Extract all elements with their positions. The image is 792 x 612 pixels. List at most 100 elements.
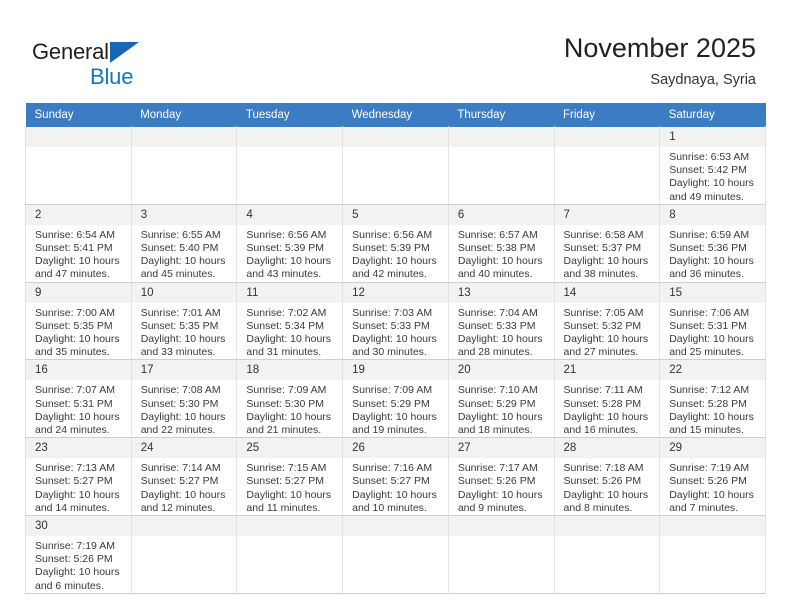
logo-text-blue: Blue xyxy=(90,64,134,89)
calendar-day-cell[interactable]: 29 Sunrise: 7:19 AM Sunset: 5:26 PM Dayligh… xyxy=(659,437,766,517)
day-number: 18 xyxy=(237,360,343,381)
day-detail-line: and 27 minutes. xyxy=(563,346,639,359)
day-number: 6 xyxy=(448,204,554,225)
day-number: 5 xyxy=(343,204,448,225)
day-detail-line: Sunset: 5:39 PM xyxy=(246,242,325,255)
calendar-week-row: 9 Sunrise: 7:00 AM Sunset: 5:35 PM Daylight… xyxy=(25,281,766,361)
calendar-day-cell[interactable]: 11 Sunrise: 7:02 AM Sunset: 5:34 PM Dayligh… xyxy=(236,281,344,361)
calendar-day-cell[interactable]: 15 Sunrise: 7:06 AM Sunset: 5:31 PM Dayligh… xyxy=(659,281,766,361)
calendar-day-cell[interactable]: 3 Sunrise: 6:55 AM Sunset: 5:40 PM Daylight… xyxy=(130,203,238,283)
calendar-day-cell[interactable]: 2 Sunrise: 6:54 AM Sunset: 5:41 PM Daylight… xyxy=(25,203,132,283)
calendar-day-cell-empty xyxy=(236,126,344,205)
day-detail-line: Sunset: 5:26 PM xyxy=(457,475,536,488)
day-number: 25 xyxy=(237,438,343,459)
day-detail-line: Sunrise: 6:55 AM xyxy=(140,228,221,241)
day-details: Sunrise: 7:19 AM Sunset: 5:26 PM Daylight:… xyxy=(26,536,131,593)
day-number: 26 xyxy=(343,438,448,459)
day-details xyxy=(343,147,448,151)
day-detail-line: Sunrise: 6:54 AM xyxy=(35,228,115,241)
day-number xyxy=(131,127,237,147)
day-detail-line: Daylight: 10 hours xyxy=(563,333,649,346)
day-detail-line: and 30 minutes. xyxy=(352,346,427,359)
page-subtitle: Saydnaya, Syria xyxy=(650,72,756,88)
day-detail-line: and 21 minutes. xyxy=(246,424,322,437)
day-detail-line: Sunrise: 6:57 AM xyxy=(457,228,538,241)
day-number: 21 xyxy=(554,360,660,381)
calendar-day-cell[interactable]: 7 Sunrise: 6:58 AM Sunset: 5:37 PM Daylight… xyxy=(553,203,661,283)
day-detail-line: Sunset: 5:28 PM xyxy=(669,397,747,410)
day-details: Sunrise: 6:53 AM Sunset: 5:42 PM Daylight:… xyxy=(660,147,765,204)
day-detail-line: Sunrise: 7:16 AM xyxy=(352,462,433,475)
day-detail-line: Sunrise: 7:00 AM xyxy=(35,306,115,319)
calendar-day-cell-empty xyxy=(130,126,238,205)
calendar-day-cell[interactable]: 25 Sunrise: 7:15 AM Sunset: 5:27 PM Dayligh… xyxy=(236,437,344,517)
calendar-day-cell[interactable]: 6 Sunrise: 6:57 AM Sunset: 5:38 PM Daylight… xyxy=(447,203,555,283)
day-detail-line: Sunset: 5:40 PM xyxy=(140,242,219,255)
calendar-day-cell[interactable]: 16 Sunrise: 7:07 AM Sunset: 5:31 PM Dayligh… xyxy=(25,359,132,439)
day-detail-line: Sunset: 5:33 PM xyxy=(352,319,430,332)
day-number xyxy=(448,516,554,537)
blue-triangle-flag-icon xyxy=(109,42,139,63)
calendar-day-cell[interactable]: 14 Sunrise: 7:05 AM Sunset: 5:32 PM Dayligh… xyxy=(553,281,661,361)
day-detail-line: Sunset: 5:27 PM xyxy=(246,475,325,488)
day-details: Sunrise: 6:57 AM Sunset: 5:38 PM Daylight:… xyxy=(449,225,554,282)
calendar-day-cell[interactable]: 26 Sunrise: 7:16 AM Sunset: 5:27 PM Dayligh… xyxy=(342,437,449,517)
calendar-day-cell[interactable]: 24 Sunrise: 7:14 AM Sunset: 5:27 PM Dayligh… xyxy=(130,437,238,517)
day-detail-line: Sunrise: 7:10 AM xyxy=(457,384,538,397)
calendar-week-row: 30 Sunrise: 7:19 AM Sunset: 5:26 PM Dayligh… xyxy=(25,515,766,594)
calendar-day-cell[interactable]: 12 Sunrise: 7:03 AM Sunset: 5:33 PM Dayligh… xyxy=(342,281,449,361)
calendar-day-cell[interactable]: 10 Sunrise: 7:01 AM Sunset: 5:35 PM Dayligh… xyxy=(130,281,238,361)
day-detail-line: and 9 minutes. xyxy=(457,501,527,514)
calendar-day-cell[interactable]: 23 Sunrise: 7:13 AM Sunset: 5:27 PM Dayligh… xyxy=(25,437,132,517)
day-number: 2 xyxy=(26,204,131,225)
calendar-day-cell[interactable]: 1 Sunrise: 6:53 AM Sunset: 5:42 PM Daylight… xyxy=(659,126,766,205)
day-detail-line: Sunrise: 7:17 AM xyxy=(457,462,538,475)
calendar-day-cell[interactable]: 8 Sunrise: 6:59 AM Sunset: 5:36 PM Daylight… xyxy=(659,203,766,283)
calendar-day-cell[interactable]: 20 Sunrise: 7:10 AM Sunset: 5:29 PM Dayligh… xyxy=(447,359,555,439)
day-details: Sunrise: 7:17 AM Sunset: 5:26 PM Daylight:… xyxy=(449,458,554,515)
calendar-day-cell-empty xyxy=(130,515,238,594)
day-number: 15 xyxy=(660,282,765,303)
day-detail-line: Sunset: 5:36 PM xyxy=(669,242,747,255)
day-details: Sunrise: 7:04 AM Sunset: 5:33 PM Daylight:… xyxy=(449,303,554,360)
day-detail-line: Daylight: 10 hours xyxy=(457,410,543,423)
calendar-day-cell[interactable]: 21 Sunrise: 7:11 AM Sunset: 5:28 PM Dayligh… xyxy=(553,359,661,439)
calendar-day-cell[interactable]: 13 Sunrise: 7:04 AM Sunset: 5:33 PM Dayligh… xyxy=(447,281,555,361)
calendar-day-cell[interactable]: 27 Sunrise: 7:17 AM Sunset: 5:26 PM Dayligh… xyxy=(447,437,555,517)
day-detail-line: Daylight: 10 hours xyxy=(140,333,226,346)
day-details xyxy=(132,536,237,540)
day-detail-line: Sunset: 5:42 PM xyxy=(669,164,747,177)
day-details: Sunrise: 7:10 AM Sunset: 5:29 PM Daylight:… xyxy=(449,380,554,437)
calendar-day-cell[interactable]: 22 Sunrise: 7:12 AM Sunset: 5:28 PM Dayligh… xyxy=(659,359,766,439)
day-detail-line: Sunrise: 7:01 AM xyxy=(140,306,221,319)
day-details: Sunrise: 7:09 AM Sunset: 5:29 PM Daylight:… xyxy=(343,380,448,437)
day-number xyxy=(343,516,448,537)
day-number: 11 xyxy=(237,282,343,303)
calendar-day-cell[interactable]: 18 Sunrise: 7:09 AM Sunset: 5:30 PM Dayligh… xyxy=(236,359,344,439)
day-detail-line: Daylight: 10 hours xyxy=(246,410,332,423)
calendar-day-cell[interactable]: 30 Sunrise: 7:19 AM Sunset: 5:26 PM Dayligh… xyxy=(25,515,132,594)
weekday-header-wednesday: Wednesday xyxy=(342,103,449,127)
day-number xyxy=(343,127,448,147)
day-detail-line: Sunrise: 7:03 AM xyxy=(352,306,433,319)
day-number: 27 xyxy=(448,438,554,459)
day-details xyxy=(343,536,448,540)
logo-bottom-row: Blue xyxy=(32,65,232,91)
day-detail-line: Sunrise: 6:56 AM xyxy=(246,228,327,241)
day-details xyxy=(660,536,765,540)
day-detail-line: and 45 minutes. xyxy=(140,268,216,281)
day-detail-line: Daylight: 10 hours xyxy=(563,255,649,268)
calendar-day-cell[interactable]: 4 Sunrise: 6:56 AM Sunset: 5:39 PM Daylight… xyxy=(236,203,344,283)
day-number: 12 xyxy=(343,282,448,303)
calendar-day-cell[interactable]: 5 Sunrise: 6:56 AM Sunset: 5:39 PM Daylight… xyxy=(342,203,449,283)
day-detail-line: Sunset: 5:32 PM xyxy=(563,319,642,332)
calendar-day-cell[interactable]: 17 Sunrise: 7:08 AM Sunset: 5:30 PM Dayligh… xyxy=(130,359,238,439)
calendar-day-cell[interactable]: 19 Sunrise: 7:09 AM Sunset: 5:29 PM Dayligh… xyxy=(342,359,449,439)
day-details: Sunrise: 7:18 AM Sunset: 5:26 PM Daylight:… xyxy=(555,458,660,515)
day-detail-line: and 15 minutes. xyxy=(669,424,744,437)
calendar-day-cell[interactable]: 28 Sunrise: 7:18 AM Sunset: 5:26 PM Dayligh… xyxy=(553,437,661,517)
calendar-day-cell[interactable]: 9 Sunrise: 7:00 AM Sunset: 5:35 PM Daylight… xyxy=(25,281,132,361)
day-detail-line: Sunrise: 7:09 AM xyxy=(246,384,327,397)
day-detail-line: and 11 minutes. xyxy=(246,501,321,514)
day-details: Sunrise: 7:05 AM Sunset: 5:32 PM Daylight:… xyxy=(555,303,660,360)
